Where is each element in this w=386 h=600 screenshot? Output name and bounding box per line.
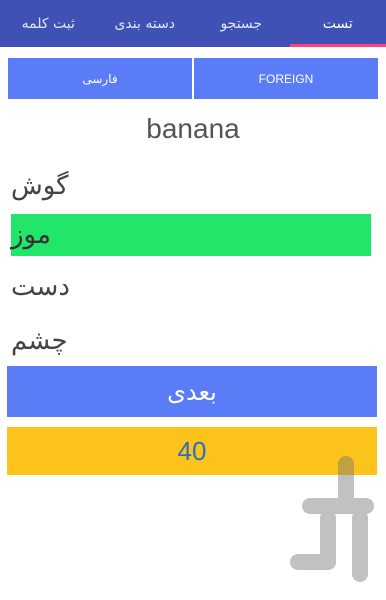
- farsi-button[interactable]: فارسی: [8, 58, 192, 99]
- tab-categories[interactable]: دسته بندی: [97, 0, 194, 47]
- foreign-button[interactable]: FOREIGN: [194, 58, 378, 99]
- next-button[interactable]: بعدی: [7, 366, 377, 417]
- answer-option[interactable]: دست: [11, 266, 371, 308]
- answer-option[interactable]: چشم: [11, 320, 371, 362]
- answer-option[interactable]: گوش: [11, 165, 371, 207]
- answer-option-correct[interactable]: موز: [11, 214, 371, 256]
- tab-search[interactable]: جستجو: [193, 0, 290, 47]
- bazaar-logo-icon: [290, 456, 374, 582]
- tab-add-word[interactable]: ثبت کلمه: [0, 0, 97, 47]
- tab-bar: تست جستجو دسته بندی ثبت کلمه: [0, 0, 386, 47]
- language-toggle: فارسی FOREIGN: [8, 58, 378, 99]
- tab-test[interactable]: تست: [289, 0, 386, 47]
- question-word: banana: [146, 113, 240, 144]
